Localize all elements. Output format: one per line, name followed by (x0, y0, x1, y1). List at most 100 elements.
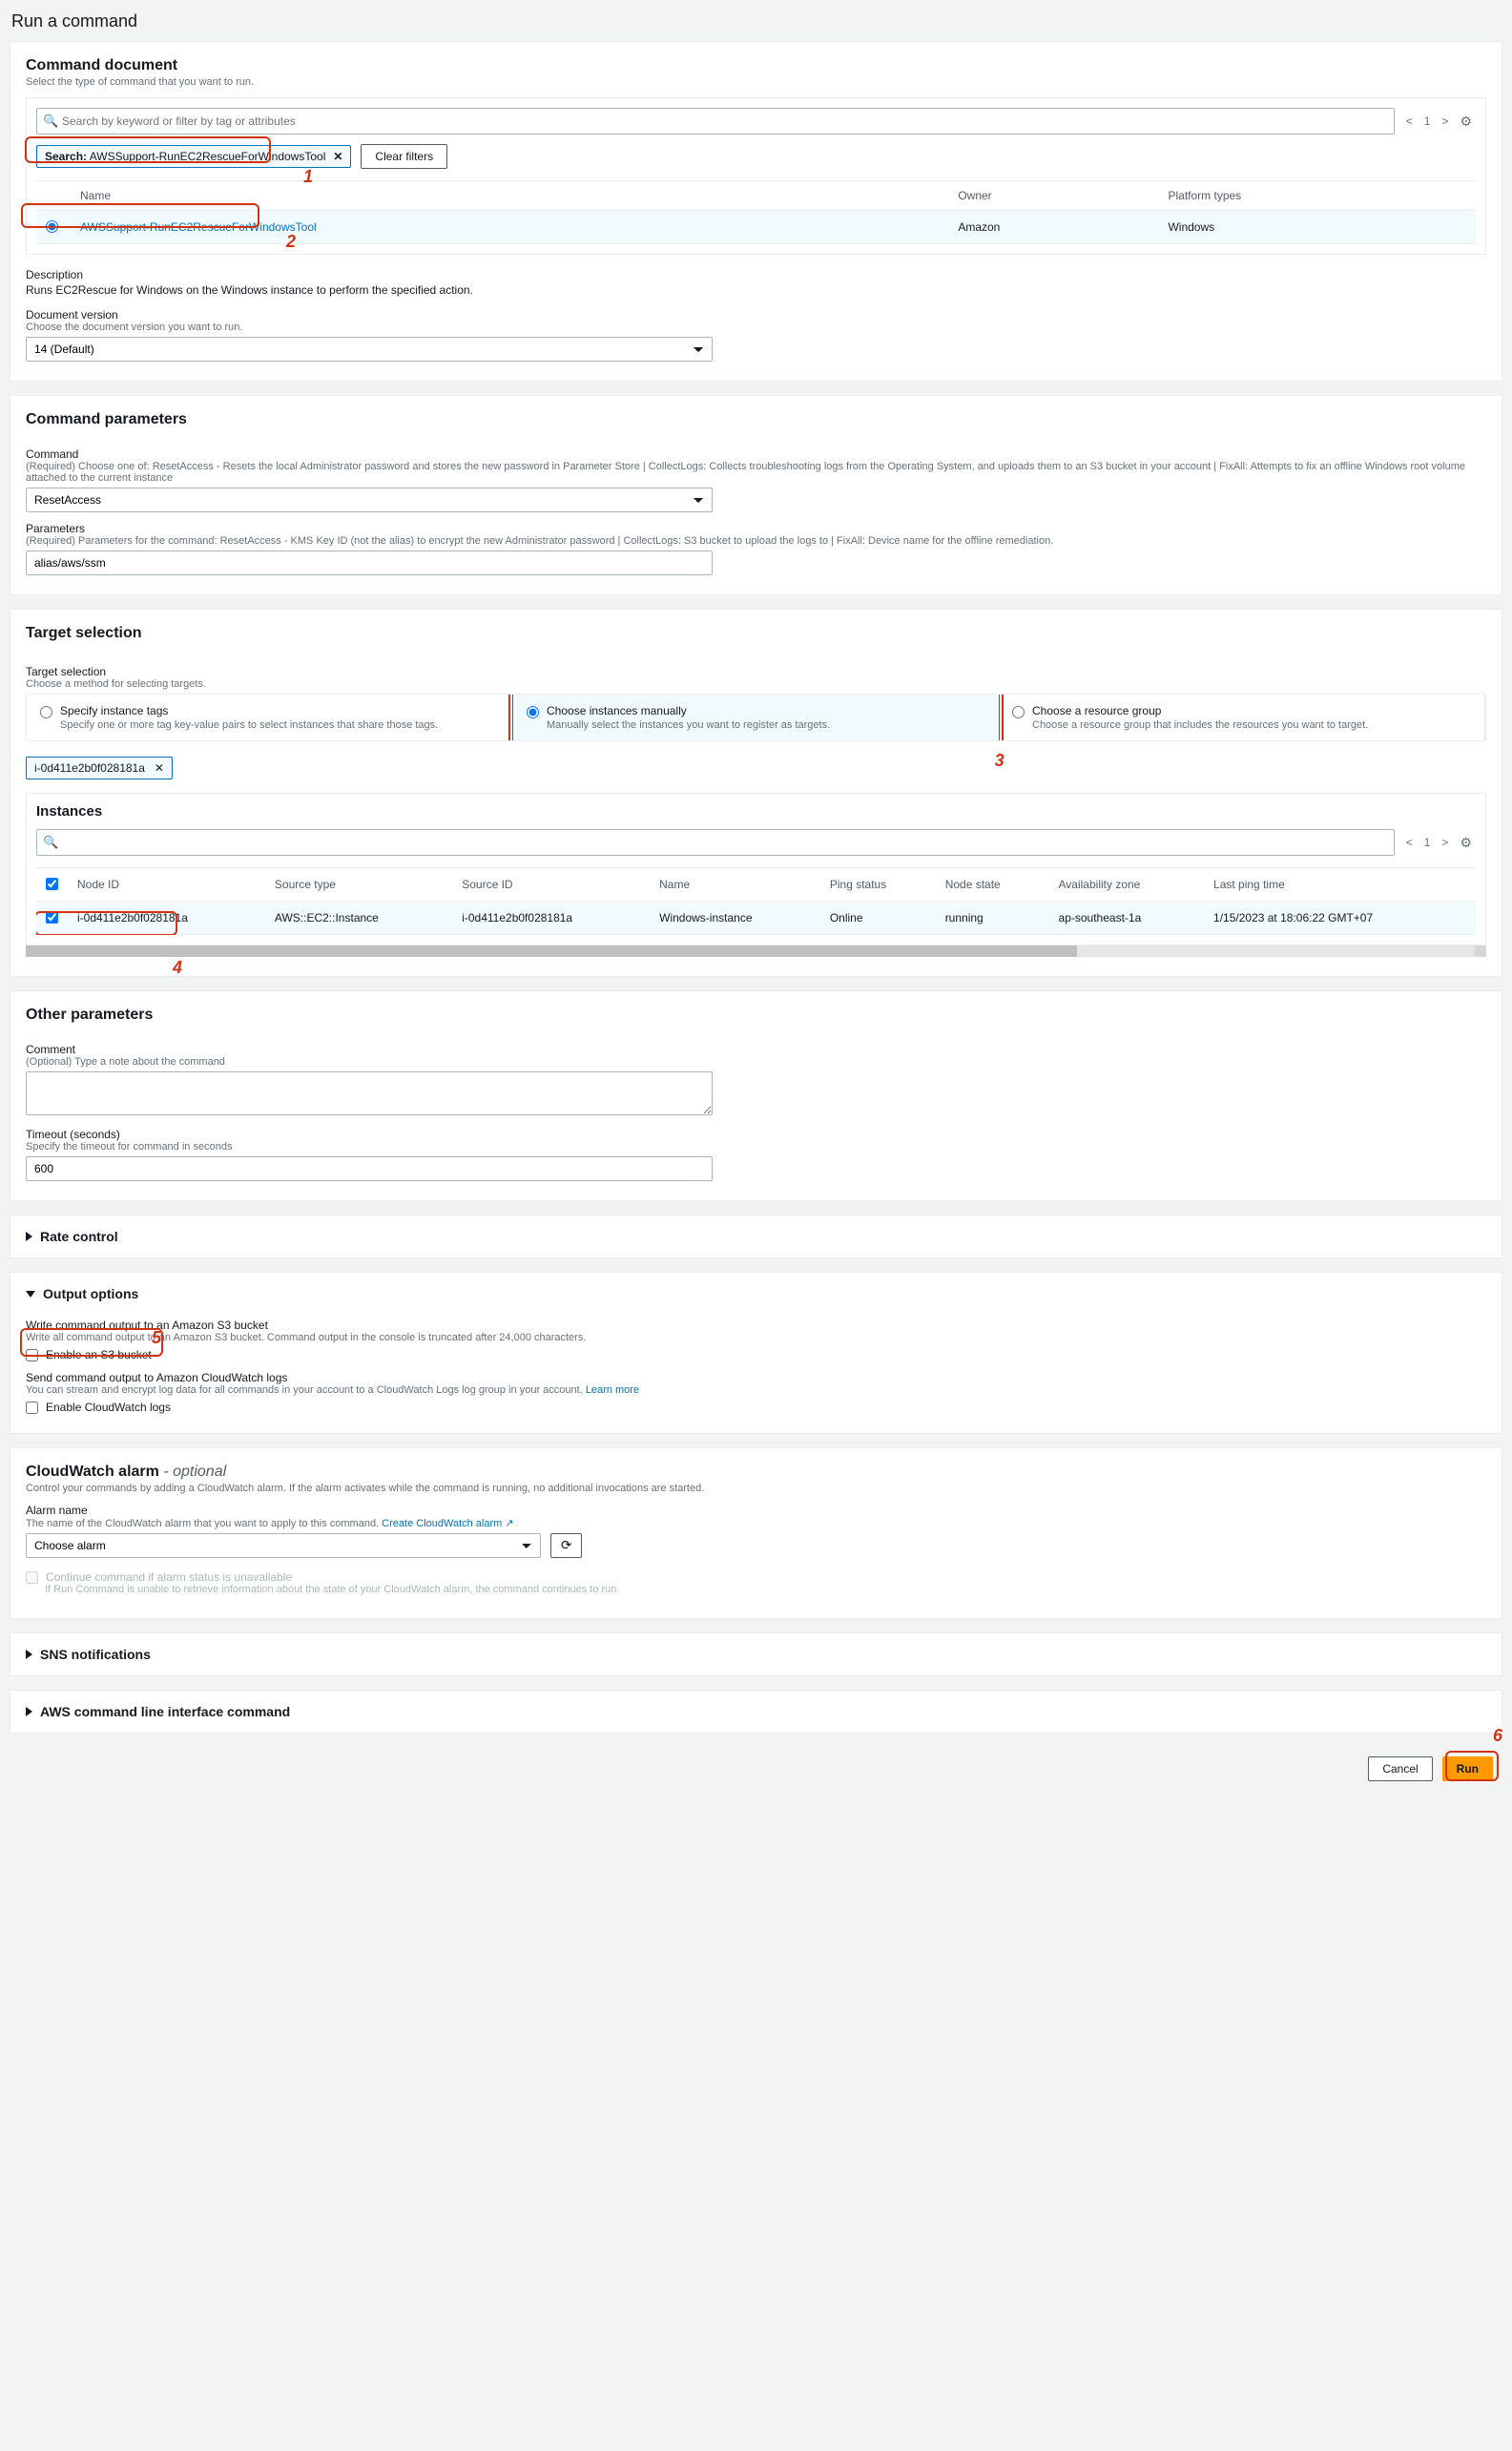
document-name-link[interactable]: AWSSupport-RunEC2RescueForWindowsTool (80, 220, 317, 234)
instance-row[interactable]: i-0d411e2b0f028181a AWS::EC2::Instance i… (36, 902, 1476, 935)
col-name[interactable]: Name (650, 868, 820, 902)
chevron-down-icon (26, 1291, 35, 1298)
panel-output-options: Output options Write command output to a… (10, 1272, 1502, 1434)
command-select[interactable]: ResetAccess (26, 488, 713, 512)
col-name[interactable]: Name (71, 181, 948, 211)
page-title: Run a command (11, 11, 1502, 31)
chip-remove-icon[interactable]: ✕ (333, 150, 342, 163)
cell-name: Windows-instance (650, 902, 820, 935)
gear-icon[interactable]: ⚙ (1456, 112, 1476, 132)
tile-rg-sub: Choose a resource group that includes th… (1032, 719, 1368, 731)
heading-sns: SNS notifications (40, 1647, 151, 1662)
document-owner: Amazon (948, 211, 1158, 244)
table-row[interactable]: AWSSupport-RunEC2RescueForWindowsTool Am… (36, 211, 1476, 244)
disclosure-sns[interactable]: SNS notifications (10, 1633, 1502, 1675)
parameters-label: Parameters (26, 522, 1486, 535)
col-source-id[interactable]: Source ID (452, 868, 650, 902)
parameters-sub: (Required) Parameters for the command: R… (26, 535, 1486, 547)
panel-cli: AWS command line interface command (10, 1690, 1502, 1734)
comment-textarea[interactable] (26, 1071, 713, 1115)
instances-search-input[interactable] (36, 829, 1395, 856)
pager-prev-icon[interactable]: < (1402, 834, 1417, 851)
run-button[interactable]: Run (1442, 1756, 1493, 1781)
tile-manual-radio[interactable] (527, 706, 539, 718)
alarm-name-label: Alarm name (26, 1504, 1486, 1517)
col-lpt[interactable]: Last ping time (1204, 868, 1476, 902)
search-filter-chip: Search: AWSSupport-RunEC2RescueForWindow… (36, 145, 351, 168)
document-search-input[interactable] (36, 108, 1395, 135)
tile-manual-sub: Manually select the instances you want t… (547, 719, 830, 731)
enable-s3-label: Enable an S3 bucket (46, 1348, 152, 1361)
tile-choose-manually[interactable]: Choose instances manually Manually selec… (512, 694, 1000, 741)
tile-tags-radio[interactable] (40, 706, 52, 718)
pager-page: 1 (1420, 834, 1435, 851)
col-node-id[interactable]: Node ID (68, 868, 265, 902)
horizontal-scrollbar[interactable] (26, 945, 1486, 957)
enable-s3-checkbox[interactable] (26, 1349, 38, 1361)
disclosure-cli[interactable]: AWS command line interface command (10, 1691, 1502, 1733)
enable-cw-checkbox-row[interactable]: Enable CloudWatch logs (26, 1400, 1486, 1414)
pager-documents: < 1 > ⚙ (1402, 112, 1476, 132)
target-tiles: Specify instance tags Specify one or mor… (26, 694, 1486, 741)
cell-source-type: AWS::EC2::Instance (265, 902, 452, 935)
heading-target-selection: Target selection (26, 625, 1486, 642)
panel-target-selection: Target selection Target selection Choose… (10, 609, 1502, 977)
gear-icon[interactable]: ⚙ (1456, 833, 1476, 853)
col-source-type[interactable]: Source type (265, 868, 452, 902)
documents-table: Name Owner Platform types AWSSupport-Run… (36, 180, 1476, 244)
tile-specify-tags[interactable]: Specify instance tags Specify one or mor… (27, 695, 513, 740)
tile-tags-title: Specify instance tags (60, 704, 438, 717)
panel-sns: SNS notifications (10, 1632, 1502, 1676)
cell-state: running (936, 902, 1049, 935)
comment-label: Comment (26, 1043, 1486, 1056)
select-all-checkbox[interactable] (46, 878, 58, 890)
cell-lpt: 1/15/2023 at 18:06:22 GMT+07 (1204, 902, 1476, 935)
chip-remove-instance-icon[interactable]: ✕ (155, 761, 164, 775)
command-label: Command (26, 447, 1486, 461)
tile-resource-group[interactable]: Choose a resource group Choose a resourc… (999, 695, 1485, 740)
col-az[interactable]: Availability zone (1049, 868, 1205, 902)
col-platform[interactable]: Platform types (1158, 181, 1476, 211)
annotation-6: 6 (1493, 1726, 1502, 1746)
refresh-icon: ⟳ (561, 1538, 571, 1552)
timeout-sub: Specify the timeout for command in secon… (26, 1141, 1486, 1153)
disclosure-output-options[interactable]: Output options (10, 1273, 1502, 1307)
pager-next-icon[interactable]: > (1438, 834, 1452, 851)
refresh-button[interactable]: ⟳ (550, 1533, 582, 1558)
cancel-button[interactable]: Cancel (1368, 1756, 1432, 1781)
s3-sub: Write all command output to an Amazon S3… (26, 1332, 1486, 1343)
enable-cw-checkbox[interactable] (26, 1402, 38, 1414)
col-state[interactable]: Node state (936, 868, 1049, 902)
instance-row-checkbox[interactable] (46, 911, 58, 924)
col-owner[interactable]: Owner (948, 181, 1158, 211)
heading-cloudwatch-alarm: CloudWatch alarm - optional (26, 1464, 1486, 1481)
heading-command-parameters: Command parameters (26, 411, 1486, 428)
alarm-select[interactable]: Choose alarm (26, 1533, 541, 1558)
create-alarm-link[interactable]: Create CloudWatch alarm ↗ (382, 1518, 513, 1529)
pager-prev-icon[interactable]: < (1402, 113, 1417, 130)
command-sub: (Required) Choose one of: ResetAccess - … (26, 461, 1486, 484)
cell-source-id: i-0d411e2b0f028181a (452, 902, 650, 935)
selected-instance-chip: i-0d411e2b0f028181a ✕ (26, 757, 173, 779)
disclosure-rate-control[interactable]: Rate control (10, 1215, 1502, 1257)
col-ping[interactable]: Ping status (820, 868, 936, 902)
tile-rg-radio[interactable] (1012, 706, 1025, 718)
cw-label: Send command output to Amazon CloudWatch… (26, 1371, 1486, 1384)
row-radio[interactable] (46, 220, 58, 233)
parameters-input[interactable] (26, 550, 713, 575)
heading-cli: AWS command line interface command (40, 1704, 290, 1719)
continue-if-unavailable-row: Continue command if alarm status is unav… (26, 1569, 1486, 1584)
pager-page: 1 (1420, 113, 1435, 130)
timeout-input[interactable] (26, 1156, 713, 1181)
chevron-right-icon (26, 1650, 32, 1659)
docversion-select[interactable]: 14 (Default) (26, 337, 713, 362)
chevron-right-icon (26, 1232, 32, 1241)
description-label: Description (26, 268, 1486, 281)
pager-next-icon[interactable]: > (1438, 113, 1452, 130)
annotation-4: 4 (173, 958, 182, 978)
cell-az: ap-southeast-1a (1049, 902, 1205, 935)
enable-s3-checkbox-row[interactable]: Enable an S3 bucket (26, 1347, 1486, 1361)
instances-heading: Instances (36, 803, 1476, 820)
learn-more-link[interactable]: Learn more (586, 1384, 639, 1396)
clear-filters-button[interactable]: Clear filters (361, 144, 447, 169)
